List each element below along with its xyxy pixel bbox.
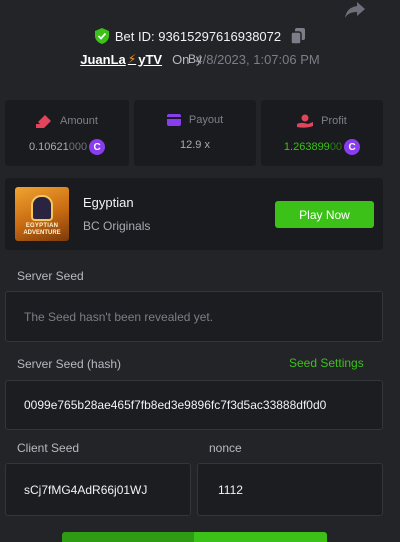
- player-name-part2: yTV: [138, 51, 163, 67]
- profit-value: 1.263899 00 C: [261, 139, 383, 155]
- amount-header: Amount: [5, 114, 129, 128]
- bet-date: 4/8/2023, 1:07:06 PM: [195, 51, 320, 67]
- game-provider: BC Originals: [83, 219, 151, 233]
- bet-id: Bet ID: 93615297616938072: [114, 28, 282, 44]
- verify-button[interactable]: [62, 532, 327, 542]
- hand-coin-icon: [297, 114, 314, 128]
- profit-value-dim: 00: [329, 141, 343, 153]
- coin-icon: C: [89, 139, 106, 155]
- bet-details-page: Bet ID: 93615297616938072 By JuanLa ⚡ yT…: [0, 0, 400, 542]
- play-now-button[interactable]: Play Now: [275, 201, 374, 228]
- player-name-link[interactable]: JuanLa ⚡ yTV: [80, 52, 162, 67]
- bet-meta-row: By JuanLa ⚡ yTV On 4/8/2023, 1:07:06 PM: [0, 50, 400, 68]
- nonce-field[interactable]: 1112: [197, 463, 383, 516]
- amount-value: 0.10621 000 C: [5, 139, 129, 155]
- amount-value-main: 0.10621: [28, 141, 69, 153]
- shield-check-icon: [94, 28, 109, 44]
- game-thumbnail: EGYPTIAN ADVENTURE: [15, 187, 69, 241]
- nonce-label: nonce: [209, 441, 242, 455]
- share-icon[interactable]: [343, 0, 367, 20]
- bet-id-row: Bet ID: 93615297616938072: [0, 26, 400, 46]
- on-label: On: [172, 51, 190, 67]
- game-card: EGYPTIAN ADVENTURE Egyptian BC Originals…: [5, 178, 383, 250]
- amount-card: Amount 0.10621 000 C: [5, 100, 129, 166]
- copy-icon[interactable]: [291, 28, 306, 44]
- payout-value: 12.9 x: [180, 139, 210, 151]
- ticket-icon: [36, 115, 52, 128]
- amount-value-dim: 000: [68, 141, 88, 153]
- profit-label: Profit: [321, 115, 347, 127]
- game-title: Egyptian: [83, 195, 134, 210]
- server-seed-hash-label: Server Seed (hash): [17, 357, 122, 371]
- lightning-icon: ⚡: [127, 52, 137, 66]
- profit-header: Profit: [261, 114, 383, 128]
- profit-value-main: 1.263899: [283, 141, 330, 153]
- verify-button-left: [62, 532, 194, 542]
- wallet-icon: [166, 114, 181, 126]
- seed-settings-link[interactable]: Seed Settings: [289, 356, 364, 370]
- client-seed-label: Client Seed: [17, 441, 80, 455]
- profit-card: Profit 1.263899 00 C: [261, 100, 383, 166]
- payout-card: Payout 12.9 x: [134, 100, 256, 166]
- pharaoh-icon: [31, 195, 53, 221]
- coin-icon: C: [344, 139, 361, 155]
- amount-label: Amount: [60, 115, 98, 127]
- server-seed-hash-field[interactable]: 0099e765b28ae465f7fb8ed3e9896fc7f3d5ac33…: [5, 380, 383, 430]
- thumb-title-line1: EGYPTIAN: [25, 223, 59, 229]
- player-name-part1: JuanLa: [80, 51, 126, 67]
- server-seed-field[interactable]: The Seed hasn't been revealed yet.: [5, 291, 383, 342]
- thumb-title-line2: ADVENTURE: [23, 230, 61, 236]
- client-seed-field[interactable]: sCj7fMG4AdR66j01WJ: [5, 463, 191, 516]
- by-label: By: [187, 52, 202, 66]
- server-seed-label: Server Seed: [17, 269, 84, 283]
- verify-button-right: [194, 532, 327, 542]
- payout-label: Payout: [188, 114, 224, 126]
- payout-header: Payout: [134, 114, 256, 126]
